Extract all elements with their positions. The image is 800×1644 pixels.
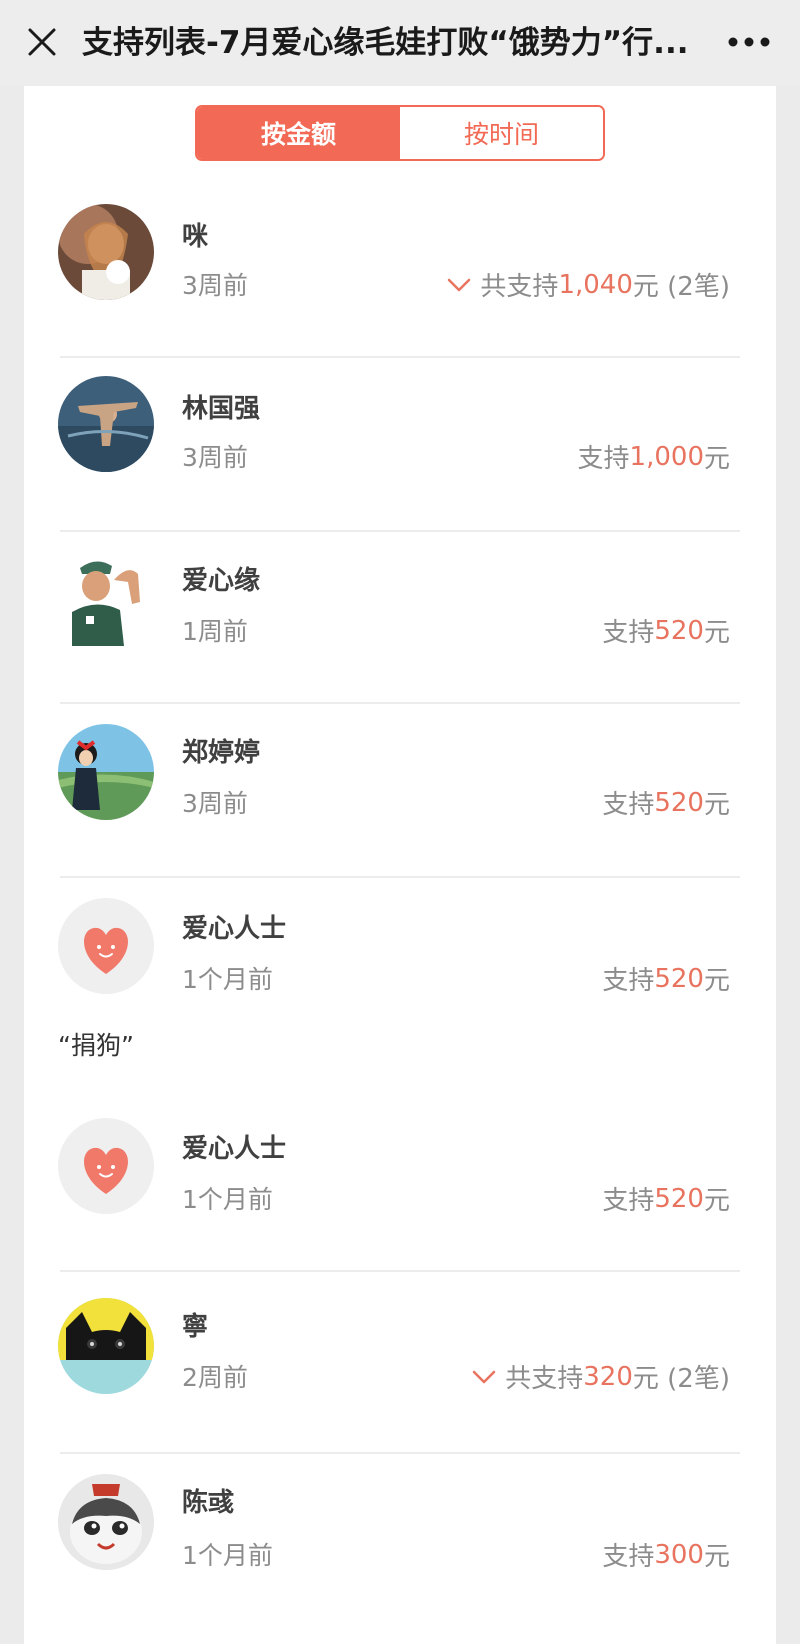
support-time: 3周前 [182,443,248,472]
amount-value: 300 [654,1539,704,1570]
row-divider [60,530,740,532]
supporter-name: 咪 [182,222,209,252]
row-divider [60,702,740,704]
supporter-row[interactable]: 咪 3周前 共支持 1,040 元 (2笔) [24,186,776,356]
support-amount: 支持 520 元 [602,784,730,821]
heart-smile-icon[interactable] [58,1118,154,1214]
support-amount: 共支持 320 元 (2笔) [471,1358,730,1395]
support-time: 3周前 [182,271,248,300]
amount-value: 320 [583,1361,633,1392]
more-icon [728,37,770,47]
supporter-row[interactable]: 爱心人士 1个月前 支持 520 元 [24,1098,776,1270]
supporter-row[interactable]: 林国强 3周前 支持 1,000 元 [24,356,776,530]
amount-unit: 元 [703,966,730,996]
amount-prefix: 支持 [602,966,655,996]
supporter-name: 爱心人士 [182,914,287,944]
support-time: 3周前 [182,789,248,818]
support-time: 1个月前 [182,1185,273,1214]
support-amount: 支持 520 元 [602,960,730,997]
sort-tabs: 按金额 按时间 [195,105,605,161]
support-time: 1个月前 [182,1541,273,1570]
supporter-name: 寧 [182,1312,209,1342]
black-cat-icon[interactable] [58,1298,154,1394]
supporter-row[interactable]: 爱心人士 1个月前 支持 520 元 “捐狗” [24,876,776,1098]
support-message: “捐狗” [58,1031,134,1060]
row-divider [60,1452,740,1454]
heart-smile-icon[interactable] [58,898,154,994]
amount-unit: 元 [703,618,730,648]
cartoon-cat-icon[interactable] [58,1474,154,1570]
amount-unit: 元 [703,1186,730,1216]
close-icon [28,28,56,56]
support-time: 1个月前 [182,965,273,994]
amount-unit: 元 [632,272,659,302]
avatar-witch-girl-illustration[interactable] [58,724,154,820]
support-time: 1周前 [182,617,248,646]
supporter-name: 爱心人士 [182,1134,287,1164]
amount-prefix: 支持 [602,618,655,648]
amount-prefix: 共支持 [480,272,559,302]
support-amount: 支持 300 元 [602,1536,730,1573]
navigation-bar: 支持列表-7月爱心缘毛娃打败“饿势力”行... [0,0,800,86]
amount-prefix: 支持 [602,1542,655,1572]
amount-value: 520 [654,963,704,994]
close-button[interactable] [22,22,62,62]
amount-value: 520 [654,615,704,646]
amount-unit: 元 [632,1364,659,1394]
avatar-man-with-cap-illustration[interactable] [58,550,154,646]
tab-by-time[interactable]: 按时间 [400,107,603,159]
amount-prefix: 支持 [602,790,655,820]
supporter-row[interactable]: 陈彧 1个月前 支持 300 元 [24,1452,776,1632]
supporter-row[interactable]: 郑婷婷 3周前 支持 520 元 [24,702,776,876]
supporter-name: 郑婷婷 [182,738,261,768]
support-amount: 支持 1,000 元 [578,438,730,475]
amount-unit: 元 [703,790,730,820]
chevron-down-icon[interactable] [446,276,472,294]
amount-unit: 元 [703,444,730,474]
tab-by-amount[interactable]: 按金额 [197,107,400,159]
support-time: 2周前 [182,1363,248,1392]
supporter-row[interactable]: 寧 2周前 共支持 320 元 (2笔) [24,1270,776,1452]
amount-value: 1,040 [558,269,633,300]
support-amount: 支持 520 元 [602,1180,730,1217]
amount-prefix: 支持 [577,444,630,474]
supporter-name: 陈彧 [182,1488,235,1518]
amount-prefix: 支持 [602,1186,655,1216]
more-button[interactable] [724,22,774,62]
page-title: 支持列表-7月爱心缘毛娃打败“饿势力”行... [82,25,689,61]
amount-count: (2笔) [667,272,730,302]
supporter-row[interactable]: 爱心缘 1周前 支持 520 元 [24,530,776,702]
amount-value: 520 [654,787,704,818]
support-list-panel: 按金额 按时间 咪 3周前 共支持 1,040 元 (2笔) 林国强 3周前 支… [24,86,776,1644]
support-amount: 共支持 1,040 元 (2笔) [446,266,730,303]
row-divider [60,356,740,358]
row-divider [60,876,740,878]
amount-prefix: 共支持 [505,1364,584,1394]
supporter-name: 林国强 [182,394,261,424]
chevron-down-icon[interactable] [471,1368,497,1386]
avatar-girl-with-cat-photo[interactable] [58,204,154,300]
amount-count: (2笔) [667,1364,730,1394]
supporter-name: 爱心缘 [182,566,261,596]
amount-unit: 元 [703,1542,730,1572]
support-amount: 支持 520 元 [602,612,730,649]
amount-value: 520 [654,1183,704,1214]
amount-value: 1,000 [629,441,704,472]
row-divider [60,1270,740,1272]
avatar-man-in-water-photo[interactable] [58,376,154,472]
